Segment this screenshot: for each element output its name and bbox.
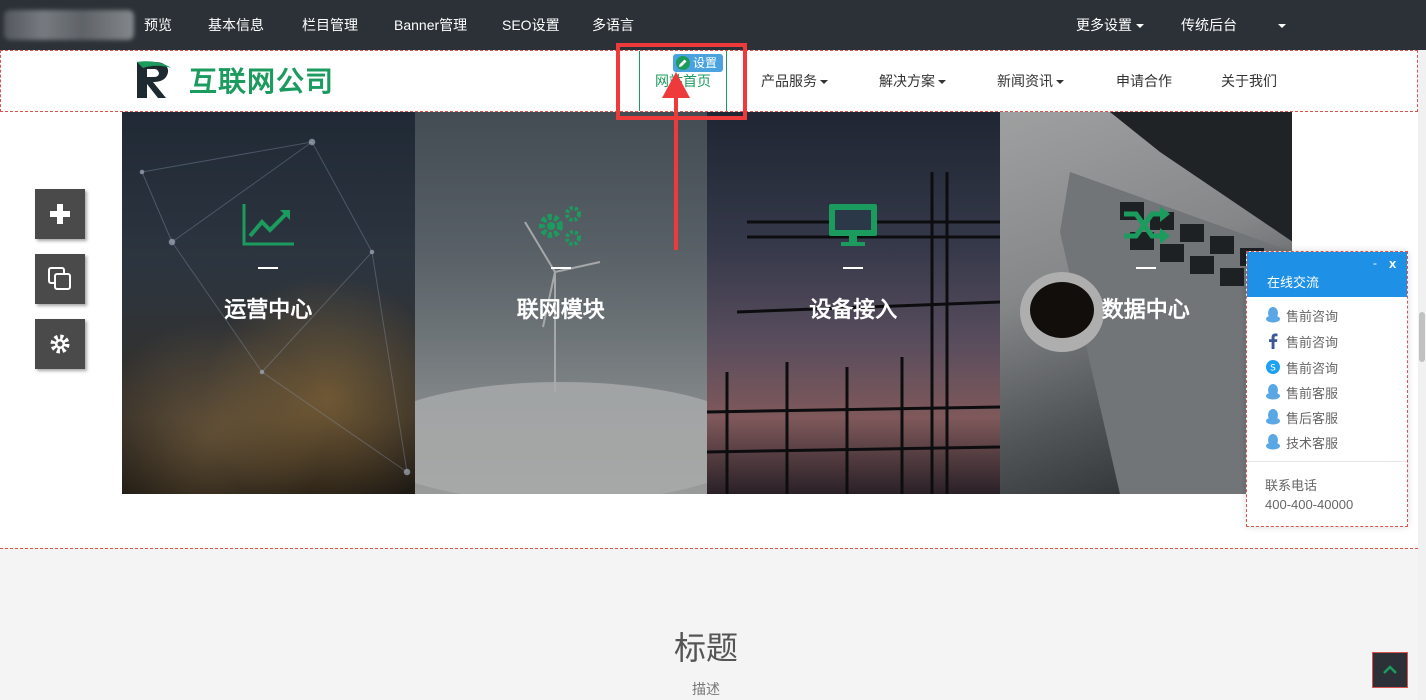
tile-divider [258,267,279,269]
online-chat-panel: 在线交流 - x 售前咨询 售前咨询 S 售前咨询 售前客服 售后客服 技术客服… [1246,251,1408,527]
page-scrollbar[interactable] [1418,50,1426,700]
tile-title: 联网模块 [516,297,605,322]
chat-item-label: 技术客服 [1286,435,1339,451]
chat-item-presale-skype[interactable]: S 售前咨询 [1265,357,1338,377]
skype-icon: S [1265,359,1281,375]
chevron-up-icon [1383,665,1397,674]
admin-classic-backend[interactable]: 传统后台 [1181,0,1237,50]
chat-item-label: 售前咨询 [1286,360,1339,376]
scrollbar-thumb[interactable] [1419,312,1425,362]
chat-header: 在线交流 - x [1247,252,1407,297]
tile-operations-center[interactable]: 运营中心 [122,112,415,494]
chat-item-label: 售前咨询 [1286,308,1339,324]
tile-device-access[interactable]: 设备接入 [707,112,1000,494]
admin-item-basic-info[interactable]: 基本信息 [208,0,264,50]
caret-down-icon [820,80,828,85]
tile-divider [843,267,864,269]
module-settings-button[interactable] [35,319,85,369]
nav-label: 解决方案 [879,73,935,89]
annotation-arrow-up-icon [662,72,690,250]
site-logo[interactable]: 互联网公司 [133,58,334,102]
blurred-account-logo [4,10,134,40]
qq-icon [1265,307,1281,323]
chat-item-aftersale-service[interactable]: 售后客服 [1265,407,1338,427]
copy-module-button[interactable] [35,254,85,304]
chat-item-tech-support[interactable]: 技术客服 [1265,432,1338,452]
copy-icon [48,267,71,290]
chat-title: 在线交流 [1267,275,1320,290]
chat-item-presale-qq[interactable]: 售前咨询 [1265,305,1338,325]
nav-item-solutions[interactable]: 解决方案 [879,51,946,111]
nav-item-products[interactable]: 产品服务 [761,51,828,111]
nav-label: 新闻资讯 [997,73,1053,89]
nav-label: 产品服务 [761,73,817,89]
qq-icon [1265,384,1281,400]
content-section: 标题 描述 [0,548,1418,700]
chat-minimize-button[interactable]: - [1373,256,1377,270]
qq-icon [1265,409,1281,425]
chat-item-presale-service[interactable]: 售前客服 [1265,382,1338,402]
plus-icon [50,204,70,224]
chat-item-label: 售前咨询 [1286,334,1339,350]
admin-more-settings[interactable]: 更多设置 [1076,0,1144,50]
chat-item-presale-facebook[interactable]: 售前咨询 [1265,331,1338,351]
caret-down-icon [938,80,946,85]
nav-item-about[interactable]: 关于我们 [1221,51,1277,111]
chat-item-label: 售前客服 [1286,385,1339,401]
tile-divider [550,267,571,269]
nav-item-cooperation[interactable]: 申请合作 [1116,51,1172,111]
caret-down-icon [1136,24,1144,29]
facebook-icon [1265,333,1281,349]
contact-phone-number[interactable]: 400-400-40000 [1265,497,1353,512]
line-chart-icon [242,204,295,246]
tile-divider [1135,267,1156,269]
section-title: 标题 [673,630,738,666]
gear-icon [50,334,70,354]
gears-icon [538,206,581,246]
chat-close-button[interactable]: x [1389,256,1396,271]
tile-title: 设备接入 [809,297,898,322]
logo-r-icon [137,61,171,98]
add-module-button[interactable] [35,189,85,239]
feature-tiles: 运营中心 联网模块 设备接入 数据中心 [122,112,1292,494]
admin-user-dropdown[interactable] [1274,0,1286,50]
caret-down-icon [1056,80,1064,85]
section-description: 描述 [692,681,720,697]
qq-icon [1265,434,1281,450]
chat-divider [1247,461,1407,462]
chat-item-label: 售后客服 [1286,410,1339,426]
admin-item-column-management[interactable]: 栏目管理 [302,0,358,50]
admin-item-banner-management[interactable]: Banner管理 [394,0,467,50]
admin-item-preview[interactable]: 预览 [144,0,172,50]
tile-title: 运营中心 [224,297,313,322]
contact-phone-label: 联系电话 [1265,478,1318,493]
monitor-icon [829,204,878,246]
shuffle-icon [1123,206,1170,244]
logo-text: 互联网公司 [189,66,335,97]
svg-text:S: S [1270,364,1276,374]
admin-item-seo-settings[interactable]: SEO设置 [502,0,560,50]
caret-down-icon [1278,24,1286,29]
more-settings-label: 更多设置 [1076,17,1132,33]
nav-item-news[interactable]: 新闻资讯 [997,51,1064,111]
back-to-top-button[interactable] [1372,652,1408,688]
